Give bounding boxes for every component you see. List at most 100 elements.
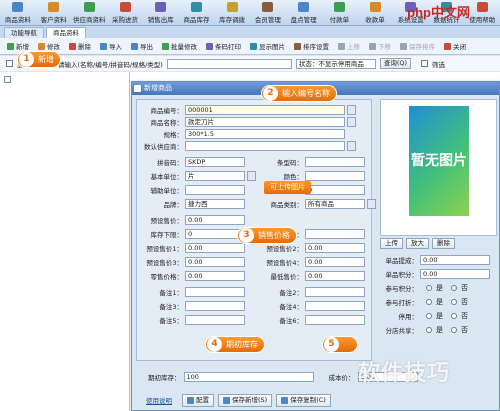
tab-navigation[interactable]: 功能导航 (4, 27, 44, 38)
field-input[interactable]: 0.00 (185, 270, 245, 281)
toolbar-button[interactable]: 条码打印 (203, 40, 244, 53)
field-input[interactable] (305, 314, 365, 325)
field-input[interactable]: 000001 (185, 104, 345, 115)
radio-yes[interactable] (426, 284, 432, 291)
help-link[interactable]: 使用说明 (146, 395, 172, 405)
menu-item[interactable]: 客户资料 (36, 0, 72, 26)
select-button[interactable] (347, 140, 356, 151)
radio-no[interactable] (451, 284, 457, 291)
menu-item[interactable]: 商品库存 (179, 0, 215, 26)
toolbar-button[interactable]: 显示图片 (247, 40, 288, 53)
field-unit: 基本单位：片 (137, 170, 256, 181)
radio-no[interactable] (451, 326, 457, 333)
toolbar-icon (250, 42, 257, 50)
field-stock-min: 库存下限： 0 (137, 228, 245, 239)
field-input[interactable]: 片 (185, 170, 245, 181)
field-label: 拼音码： (157, 158, 183, 167)
field-input[interactable]: 捷力西 (185, 198, 245, 209)
category-tree[interactable] (0, 72, 130, 411)
field-input[interactable] (185, 300, 245, 311)
delete-image-button[interactable]: 删除 (432, 238, 455, 249)
field-input[interactable] (305, 286, 365, 297)
field-input[interactable] (305, 300, 365, 311)
field-input[interactable] (185, 184, 245, 195)
menu-item[interactable]: 供应商资料 (71, 0, 107, 26)
watermark: 软件技巧 (358, 361, 451, 386)
field-input[interactable]: 0.00 (305, 256, 365, 267)
menu-item[interactable]: 销售出库 (143, 0, 179, 26)
menu-item[interactable]: 付款单 (321, 0, 357, 26)
search-button[interactable]: 查询(Q) (379, 58, 412, 69)
toolbar-button[interactable]: 导入 (97, 40, 125, 53)
field-input[interactable] (305, 228, 365, 239)
radio-label: 否 (461, 325, 468, 334)
callout-1-text: 新增 (38, 55, 54, 64)
menu-item-icon (476, 2, 488, 12)
menu-item[interactable]: 采购进货 (107, 0, 143, 26)
radio-label: 否 (461, 283, 468, 292)
toolbar-button[interactable]: 批量修改 (159, 40, 200, 53)
field-input[interactable]: 0.00 (185, 214, 245, 225)
toolbar-button[interactable]: 关闭 (441, 40, 469, 53)
toolbar-button[interactable]: 保存排序 (397, 40, 438, 53)
field-input[interactable] (185, 314, 245, 325)
status-select[interactable]: 状态：不显示停用商品 (295, 58, 376, 69)
copy-icon (281, 396, 289, 404)
select-button[interactable] (347, 116, 356, 127)
field-input[interactable] (185, 140, 345, 151)
field-input[interactable]: 0.00 (305, 270, 365, 281)
search-input[interactable] (166, 58, 292, 69)
field-input[interactable]: 所有商品 (305, 198, 365, 209)
radio-no[interactable] (451, 312, 457, 319)
menu-item[interactable]: 库存调拨 (214, 0, 250, 26)
radio-yes[interactable] (426, 312, 432, 319)
save-add-button[interactable]: 保存新增(S) (218, 393, 273, 407)
toolbar-button[interactable]: 上移 (335, 40, 363, 53)
toolbar-button[interactable]: 删除 (66, 40, 94, 53)
menu-item[interactable]: 会员管理 (250, 0, 286, 26)
radio-yes[interactable] (426, 326, 432, 333)
toolbar-button[interactable]: 排序设置 (291, 40, 332, 53)
menu-item[interactable]: 商品资料 (0, 0, 36, 26)
right-field-points: 单品积分： 0.00 (380, 268, 490, 279)
field-label: 预设售价4： (266, 258, 303, 267)
field-input[interactable]: 300*1.5 (185, 128, 345, 139)
field-input[interactable]: 0.00 (185, 256, 245, 267)
opening-stock-input[interactable]: 100 (183, 372, 314, 382)
field-input[interactable]: 0.00 (305, 242, 365, 253)
menu-item-icon (155, 2, 167, 12)
toolbar-icon (294, 42, 301, 50)
field-input[interactable]: 0 (305, 184, 365, 195)
config-button[interactable]: 配置 (182, 393, 214, 407)
menu-item[interactable]: 收款单 (357, 0, 393, 26)
toolbar-button[interactable]: 下移 (366, 40, 394, 53)
menu-item[interactable]: 盘点管理 (286, 0, 322, 26)
tab-products[interactable]: 商品资料 (46, 27, 86, 38)
field-input[interactable]: 0.00 (420, 268, 490, 279)
field-input[interactable] (305, 156, 365, 167)
select-button[interactable] (367, 198, 376, 209)
upload-image-button[interactable]: 上传 (380, 238, 403, 249)
select-button[interactable] (247, 170, 256, 181)
radio-yes[interactable] (426, 298, 432, 305)
filter-checkbox[interactable] (421, 60, 429, 67)
toolbar-button[interactable]: 修改 (35, 40, 63, 53)
field-input[interactable]: 0.00 (185, 242, 245, 253)
tree-expand-icon[interactable] (4, 76, 11, 83)
radio-no[interactable] (451, 298, 457, 305)
toolbar-button[interactable]: 导出 (128, 40, 156, 53)
select-button[interactable] (347, 104, 356, 115)
show-checkbox[interactable] (6, 60, 13, 67)
field-input[interactable]: SKDP (185, 156, 245, 167)
toolbar-icon (7, 42, 14, 50)
field-input[interactable] (305, 170, 365, 181)
enlarge-image-button[interactable]: 放大 (406, 238, 429, 249)
field-input[interactable]: 款定刀片 (185, 116, 345, 127)
field-code: 商品编号： 000001 (137, 104, 356, 115)
field-input[interactable]: 0.00 (420, 254, 490, 265)
field-label: 零售价格： (150, 272, 184, 281)
field-input[interactable] (185, 286, 245, 297)
save-copy-button[interactable]: 保存复制(C) (276, 393, 331, 407)
toolbar-button[interactable]: 新增 (4, 40, 32, 53)
field-input[interactable]: 0 (185, 228, 245, 239)
